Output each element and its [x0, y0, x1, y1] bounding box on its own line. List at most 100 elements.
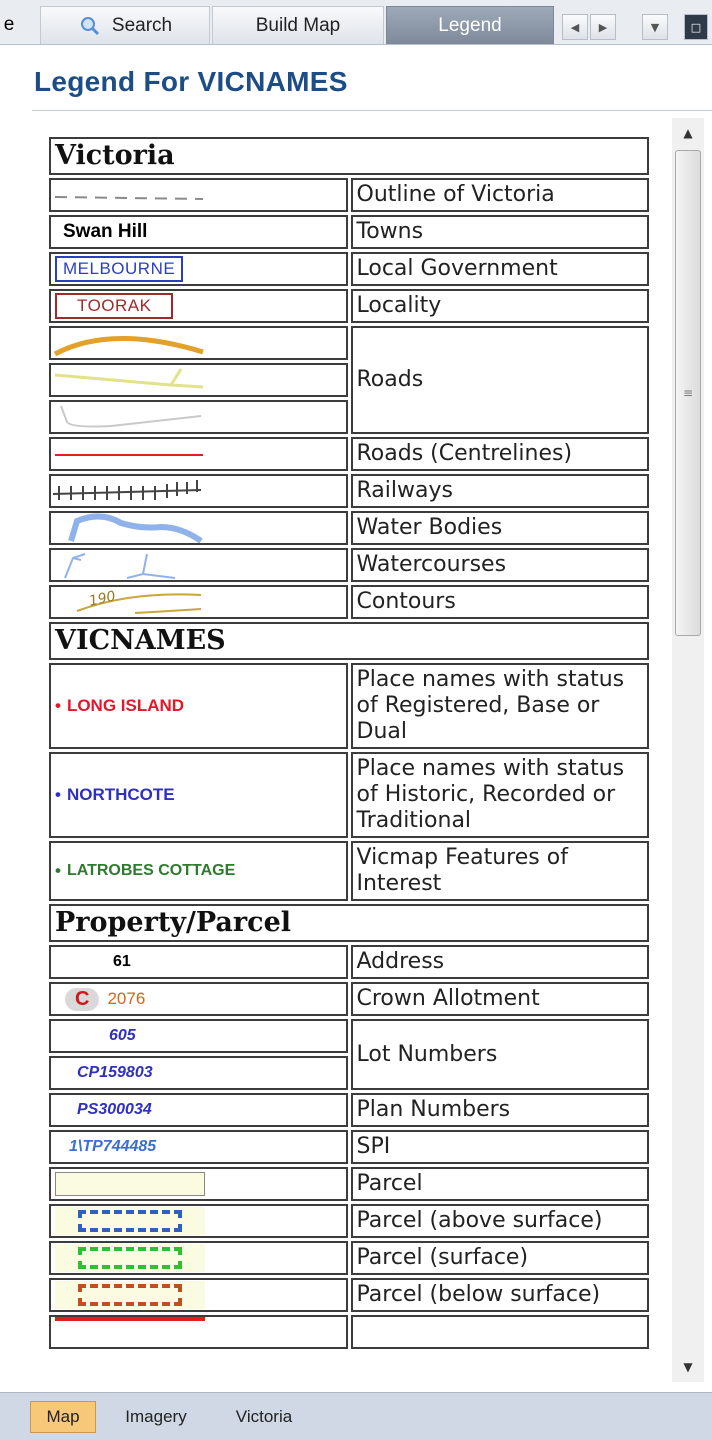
legend-row: Roads (Centrelines) [49, 437, 649, 471]
plan-sample: PS300034 [77, 1101, 152, 1118]
legend-row: Swan Hill Towns [49, 215, 649, 249]
lga-sample: MELBOURNE [55, 256, 184, 282]
lot-symbol-2: CP159803 [49, 1056, 348, 1090]
parcel-above-swatch [78, 1210, 182, 1232]
legend-label [350, 1315, 649, 1349]
parcel-symbol [49, 1167, 348, 1201]
tab-imagery[interactable]: Imagery [104, 1401, 208, 1433]
scroll-up-icon[interactable]: ▲ [672, 118, 704, 148]
tab-build-map[interactable]: Build Map [212, 6, 384, 44]
section-vicnames: VICNAMES [49, 622, 649, 660]
bottom-tab-bar: Map Imagery Victoria [0, 1392, 712, 1440]
historic-sample: NORTHCOTE [66, 785, 175, 804]
tab-menu-chevron-down-icon[interactable]: ▼ [642, 14, 668, 40]
parcel-surface-symbol [49, 1241, 348, 1275]
tab-bar: e Search Build Map Legend ◀ ▶ ▼ □ [0, 0, 712, 45]
scroll-left-icon[interactable]: ◀ [562, 14, 588, 40]
legend-row: Railways [49, 474, 649, 508]
tab-truncated[interactable]: e [0, 6, 18, 44]
search-icon [78, 15, 104, 37]
legend-label: Roads (Centrelines) [350, 437, 649, 471]
tab-build-map-label: Build Map [255, 14, 341, 36]
legend-row: 605 Lot Numbers [49, 1019, 649, 1090]
registered-sample: LONG ISLAND [66, 696, 185, 715]
panel-toggle-icon[interactable]: □ [684, 14, 708, 40]
spi-symbol: 1\TP744485 [49, 1130, 348, 1164]
grip-icon: ≡ [682, 386, 694, 400]
historic-dot-icon: • [55, 785, 61, 804]
legend-label: Vicmap Features of Interest [350, 841, 649, 901]
legend-label: Place names with status of Registered, B… [350, 663, 649, 749]
contour-symbol: 190 [49, 585, 348, 619]
lga-symbol: MELBOURNE [49, 252, 348, 286]
parcel-surface-swatch [78, 1247, 182, 1269]
railway-symbol [49, 474, 348, 508]
legend-row: Parcel (surface) [49, 1241, 649, 1275]
vertical-scrollbar[interactable]: ▲ ≡ ▼ [672, 118, 704, 1382]
tab-search[interactable]: Search [40, 6, 210, 44]
features-sample: LATROBES COTTAGE [66, 862, 236, 879]
tab-map[interactable]: Map [30, 1401, 96, 1433]
tab-victoria[interactable]: Victoria [214, 1401, 314, 1433]
registered-dot-icon: • [55, 696, 61, 715]
legend-label: Crown Allotment [350, 982, 649, 1016]
title-divider [32, 110, 712, 111]
centreline-symbol [49, 437, 348, 471]
tab-search-label: Search [111, 14, 173, 36]
legend-label: Towns [350, 215, 649, 249]
legend-row: Watercourses [49, 548, 649, 582]
scroll-down-icon[interactable]: ▼ [672, 1352, 704, 1382]
legend-label: Parcel (above surface) [350, 1204, 649, 1238]
legend-label: Locality [350, 289, 649, 323]
legend-row: PS300034 Plan Numbers [49, 1093, 649, 1127]
legend-label: Lot Numbers [350, 1019, 649, 1090]
features-dot-icon: • [55, 861, 61, 880]
partial-symbol [49, 1315, 348, 1349]
scroll-right-icon[interactable]: ▶ [590, 14, 616, 40]
legend-label: Address [350, 945, 649, 979]
address-sample: 61 [113, 953, 131, 970]
watercourse-symbol [49, 548, 348, 582]
plan-symbol: PS300034 [49, 1093, 348, 1127]
legend-row: Parcel (below surface) [49, 1278, 649, 1312]
outline-symbol [49, 178, 348, 212]
legend-label: Outline of Victoria [350, 178, 649, 212]
road-minor-symbol [49, 363, 348, 397]
legend-row: • NORTHCOTE Place names with status of Hi… [49, 752, 649, 838]
legend-scroll-area[interactable]: Victoria Outline of Victoria Swan Hill T… [32, 118, 712, 1382]
legend-row: Water Bodies [49, 511, 649, 545]
section-victoria: Victoria [49, 137, 649, 175]
lot-sample-2: CP159803 [77, 1064, 153, 1081]
legend-label: Water Bodies [350, 511, 649, 545]
legend-label: Watercourses [350, 548, 649, 582]
legend-label: Parcel (surface) [350, 1241, 649, 1275]
legend-label: Railways [350, 474, 649, 508]
crown-number: 2076 [107, 989, 146, 1008]
address-symbol: 61 [49, 945, 348, 979]
road-local-symbol [49, 400, 348, 434]
legend-label: Parcel [350, 1167, 649, 1201]
lot-symbol-1: 605 [49, 1019, 348, 1053]
legend-label: SPI [350, 1130, 649, 1164]
registered-symbol: • LONG ISLAND [49, 663, 348, 749]
legend-row: TOORAK Locality [49, 289, 649, 323]
towns-sample: Swan Hill [63, 221, 148, 242]
historic-symbol: • NORTHCOTE [49, 752, 348, 838]
scrollbar-thumb[interactable]: ≡ [675, 150, 701, 636]
water-body-symbol [49, 511, 348, 545]
features-symbol: • LATROBES COTTAGE [49, 841, 348, 901]
parcel-below-symbol [49, 1278, 348, 1312]
legend-row: • LATROBES COTTAGE Vicmap Features of Int… [49, 841, 649, 901]
parcel-above-symbol [49, 1204, 348, 1238]
parcel-below-swatch [78, 1284, 182, 1306]
legend-row: Parcel [49, 1167, 649, 1201]
parcel-swatch [55, 1172, 205, 1196]
legend-row: C 2076 Crown Allotment [49, 982, 649, 1016]
legend-label: Local Government [350, 252, 649, 286]
section-property: Property/Parcel [49, 904, 649, 942]
legend-row: Roads [49, 326, 649, 434]
spi-sample: 1\TP744485 [69, 1138, 157, 1155]
legend-row: MELBOURNE Local Government [49, 252, 649, 286]
tab-legend[interactable]: Legend [386, 6, 554, 44]
legend-label: Roads [350, 326, 649, 434]
